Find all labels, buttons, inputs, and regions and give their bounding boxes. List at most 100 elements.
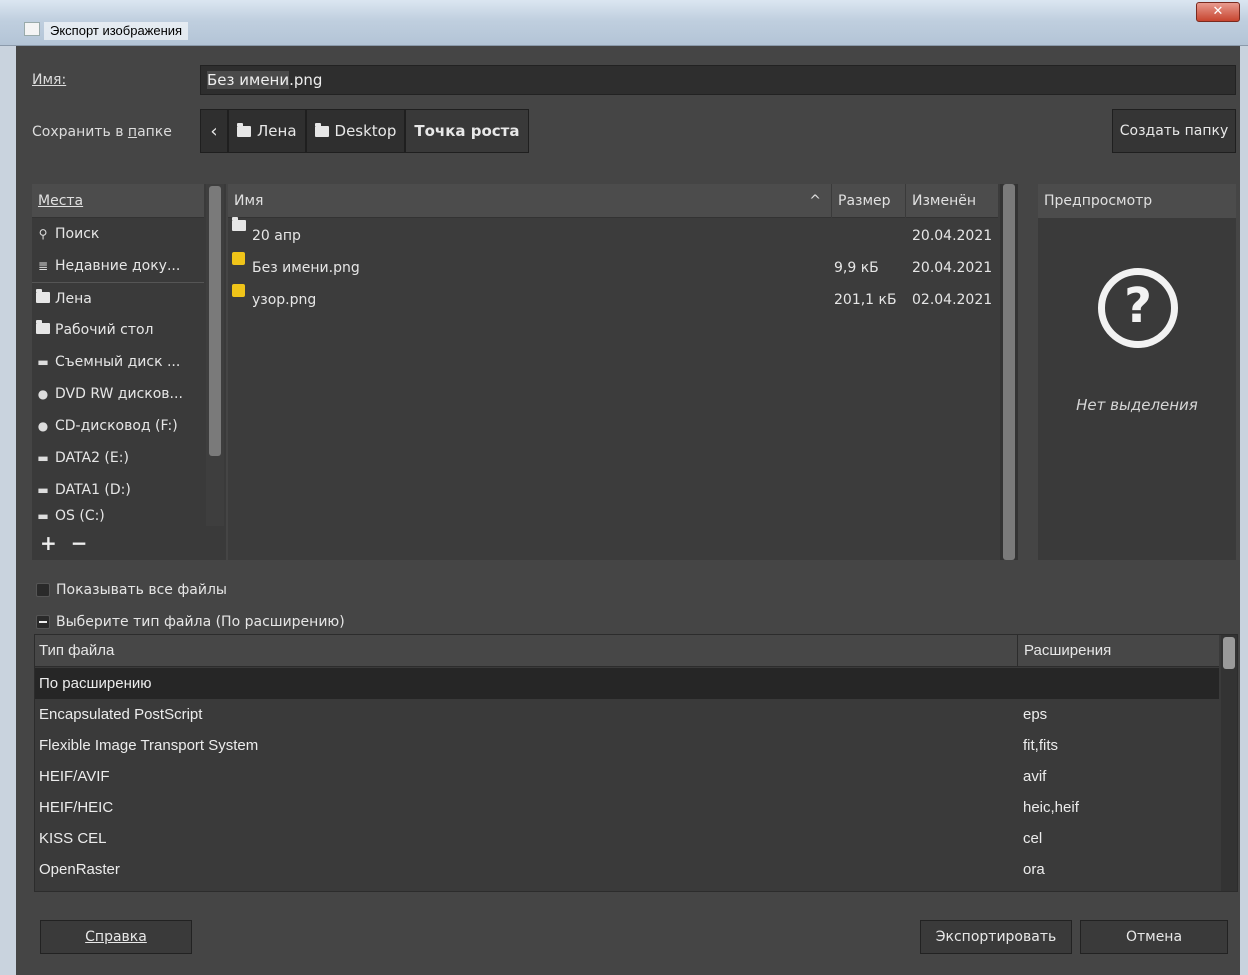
close-button[interactable]: ✕	[1196, 2, 1240, 22]
file-modified: 20.04.2021	[912, 228, 993, 244]
place-label: DVD RW дисков...	[55, 386, 183, 402]
file-row[interactable]: узор.png 201,1 кБ 02.04.2021	[228, 284, 998, 316]
column-header-name[interactable]: Имя ^	[228, 184, 832, 218]
place-label: Поиск	[55, 226, 100, 242]
filename-selected-text: Без имени	[207, 71, 290, 89]
file-type-row[interactable]: HEIF/HEIC heic,heif	[35, 792, 1219, 823]
create-folder-button[interactable]: Создать папку	[1112, 109, 1236, 153]
title-bar: Экспорт изображения ✕	[0, 0, 1248, 46]
add-place-button[interactable]: +	[40, 531, 57, 555]
place-item-removable[interactable]: ▬ Съемный диск ...	[32, 346, 204, 378]
place-item-search[interactable]: ⚲ Поиск	[32, 218, 204, 250]
name-label: Имя:	[32, 72, 67, 88]
file-type-ext: heic,heif	[1023, 799, 1079, 816]
column-header-file-type[interactable]: Тип файла	[39, 635, 114, 667]
place-item-cd[interactable]: ● CD-дисковод (F:)	[32, 410, 204, 442]
file-type-header: Тип файла Расширения	[35, 635, 1219, 667]
folder-icon	[237, 122, 251, 137]
column-header-size[interactable]: Размер	[832, 184, 906, 218]
folder-icon	[36, 288, 50, 306]
column-header-modified[interactable]: Изменён	[906, 184, 998, 218]
window-frame-left	[0, 46, 16, 975]
places-header: Места	[32, 184, 204, 218]
drive-icon: ▬	[37, 451, 49, 465]
breadcrumb-item-lena[interactable]: Лена	[228, 109, 306, 153]
folder-icon	[36, 320, 50, 337]
place-label: Съемный диск ...	[55, 354, 181, 370]
file-type-row[interactable]: HEIF/AVIF avif	[35, 761, 1219, 792]
window-frame-right	[1240, 46, 1248, 975]
place-item-desktop[interactable]: Рабочий стол	[32, 314, 204, 346]
place-label: Лена	[55, 290, 92, 307]
place-label: OS (C:)	[55, 508, 105, 524]
no-selection-text: Нет выделения	[1076, 396, 1198, 414]
filename-extension: .png	[289, 71, 323, 89]
checkbox[interactable]	[36, 583, 50, 597]
place-item-os[interactable]: ▬ OS (C:)	[32, 506, 204, 526]
file-type-scrollbar[interactable]	[1221, 635, 1237, 891]
file-type-expander[interactable]: Выберите тип файла (По расширению)	[36, 614, 345, 630]
file-name: 20 апр	[252, 228, 301, 244]
drive-icon: ▬	[37, 355, 49, 369]
file-type-row[interactable]: OpenRaster ora	[35, 854, 1219, 885]
file-type-row[interactable]: Flexible Image Transport System fit,fits	[35, 730, 1219, 761]
expander-label: Выберите тип файла (По расширению)	[56, 614, 345, 630]
preview-header: Предпросмотр	[1038, 184, 1236, 218]
place-label: CD-дисковод (F:)	[55, 418, 178, 434]
file-type-name: По расширению	[39, 675, 152, 692]
collapse-icon[interactable]	[36, 615, 50, 629]
place-label: DATA2 (E:)	[55, 450, 129, 466]
breadcrumb-item-desktop[interactable]: Desktop	[305, 109, 406, 153]
file-name: Без имени.png	[252, 260, 360, 276]
filename-input[interactable]: Без имени.png	[200, 65, 1236, 95]
optical-drive-icon: ●	[37, 387, 49, 401]
file-type-row[interactable]: KISS CEL cel	[35, 823, 1219, 854]
place-label: Недавние доку...	[55, 258, 181, 274]
question-icon: ?	[1098, 268, 1178, 348]
file-row[interactable]: Без имени.png 9,9 кБ 20.04.2021	[228, 252, 998, 284]
recent-icon: ≣	[37, 259, 49, 273]
file-type-row[interactable]: Encapsulated PostScript eps	[35, 699, 1219, 730]
show-all-files-checkbox[interactable]: Показывать все файлы	[36, 582, 227, 598]
sort-ascending-icon: ^	[809, 193, 821, 209]
help-button[interactable]: Справка	[40, 920, 192, 954]
file-type-ext: eps	[1023, 706, 1048, 723]
file-name: узор.png	[252, 292, 317, 308]
breadcrumb-item-current[interactable]: Точка роста	[405, 109, 529, 153]
remove-place-button[interactable]: −	[71, 531, 88, 555]
scrollbar-thumb[interactable]	[1003, 184, 1015, 560]
place-item-recent[interactable]: ≣ Недавние доку...	[32, 250, 204, 282]
place-item-data2[interactable]: ▬ DATA2 (E:)	[32, 442, 204, 474]
search-icon: ⚲	[38, 227, 48, 241]
places-scrollbar[interactable]	[206, 184, 224, 526]
places-panel: Места ⚲ Поиск ≣ Недавние доку... Лена Рабо…	[32, 184, 226, 560]
file-type-name: Flexible Image Transport System	[39, 737, 259, 754]
file-row[interactable]: 20 апр 20.04.2021	[228, 217, 998, 252]
scrollbar-thumb[interactable]	[1223, 637, 1235, 669]
button-label: Справка	[85, 929, 147, 945]
file-type-name: HEIF/AVIF	[39, 768, 110, 785]
places-footer: + −	[32, 526, 226, 560]
place-item-data1[interactable]: ▬ DATA1 (D:)	[32, 474, 204, 506]
breadcrumb-back-button[interactable]: ‹	[200, 109, 228, 153]
file-type-ext: ora	[1023, 861, 1045, 878]
cancel-button[interactable]: Отмена	[1080, 920, 1228, 954]
file-type-table: Тип файла Расширения По расширению Encap…	[34, 634, 1238, 892]
export-button[interactable]: Экспортировать	[920, 920, 1072, 954]
place-item-lena[interactable]: Лена	[32, 282, 204, 314]
file-modified: 02.04.2021	[912, 292, 993, 308]
scrollbar-thumb[interactable]	[209, 186, 221, 456]
file-list-scrollbar[interactable]	[1000, 184, 1018, 560]
chevron-left-icon: ‹	[210, 120, 218, 142]
breadcrumb: ‹ Лена Desktop Точка роста	[200, 109, 529, 153]
file-type-row[interactable]: По расширению	[35, 668, 1219, 699]
breadcrumb-label: Desktop	[334, 122, 397, 140]
folder-icon	[314, 122, 329, 137]
place-item-dvd[interactable]: ● DVD RW дисков...	[32, 378, 204, 410]
column-header-extensions[interactable]: Расширения	[1017, 635, 1219, 667]
file-modified: 20.04.2021	[912, 260, 993, 276]
file-type-ext: avif	[1023, 768, 1047, 785]
app-icon	[24, 22, 40, 36]
file-type-name: HEIF/HEIC	[39, 799, 114, 816]
file-type-name: KISS CEL	[39, 830, 107, 847]
